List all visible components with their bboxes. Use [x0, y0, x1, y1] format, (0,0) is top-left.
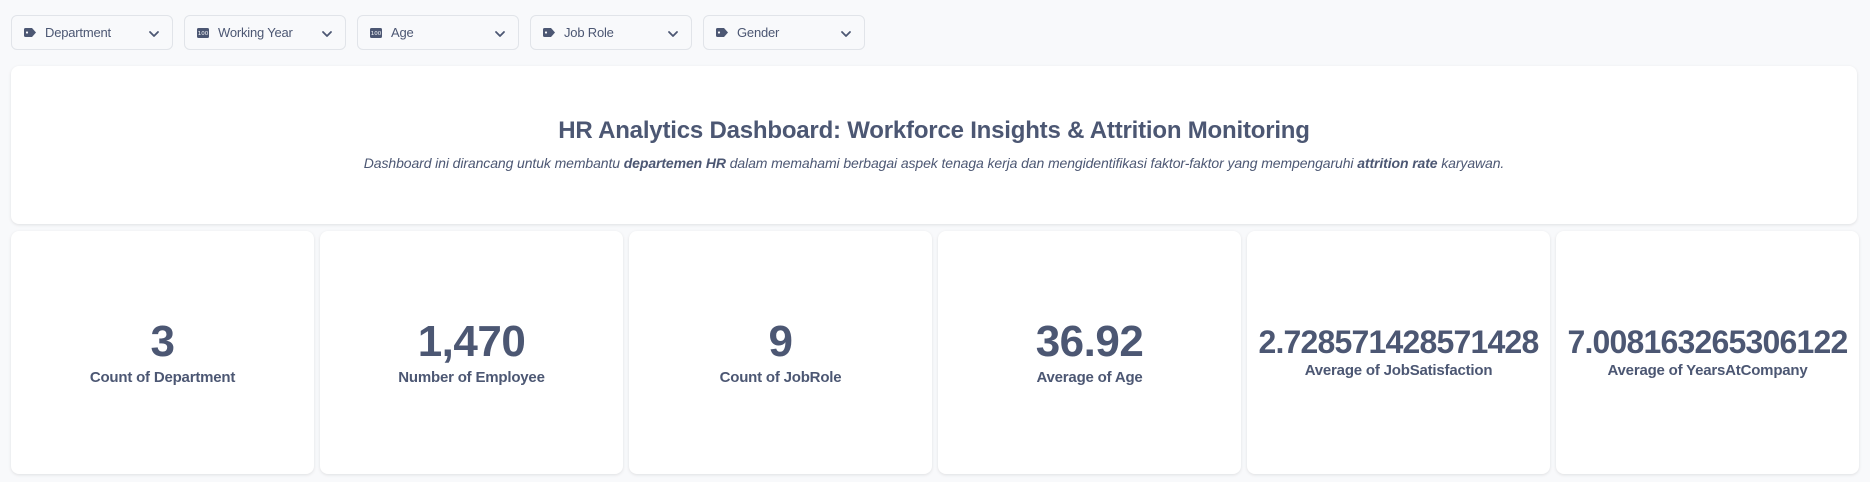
kpi-card-row: 3 Count of Department 1,470 Number of Em… — [11, 231, 1859, 474]
tag-icon — [24, 28, 36, 38]
filter-job-role[interactable]: Job Role — [530, 15, 692, 50]
kpi-label: Count of JobRole — [719, 369, 842, 387]
svg-text:100: 100 — [371, 31, 382, 37]
dashboard-title: HR Analytics Dashboard: Workforce Insigh… — [558, 117, 1310, 144]
description-text: karyawan. — [1437, 155, 1505, 171]
filter-label: Age — [391, 25, 414, 40]
kpi-value: 7.008163265306122 — [1567, 324, 1848, 361]
kpi-label: Average of YearsAtCompany — [1607, 361, 1808, 379]
kpi-value: 9 — [768, 316, 793, 366]
filter-label: Gender — [737, 25, 780, 40]
svg-text:100: 100 — [198, 31, 209, 37]
chevron-down-icon — [148, 27, 160, 39]
kpi-label: Count of Department — [89, 369, 236, 387]
kpi-card-average-jobsatisfaction[interactable]: 2.728571428571428 Average of JobSatisfac… — [1247, 231, 1550, 474]
kpi-card-average-age[interactable]: 36.92 Average of Age — [938, 231, 1241, 474]
kpi-label: Number of Employee — [398, 369, 545, 387]
kpi-card-average-yearsatcompany[interactable]: 7.008163265306122 Average of YearsAtComp… — [1556, 231, 1859, 474]
tag-icon — [716, 28, 728, 38]
chevron-down-icon — [840, 27, 852, 39]
dashboard-description: Dashboard ini dirancang untuk membantu d… — [11, 155, 1857, 171]
description-emphasis: attrition rate — [1357, 155, 1438, 171]
dashboard-header-card: HR Analytics Dashboard: Workforce Insigh… — [11, 66, 1857, 224]
filter-age[interactable]: 100 Age — [357, 15, 519, 50]
description-text: dalam memahami berbagai aspek tenaga ker… — [725, 155, 1358, 171]
kpi-value: 2.728571428571428 — [1258, 324, 1539, 361]
kpi-value: 36.92 — [1035, 316, 1144, 366]
chevron-down-icon — [667, 27, 679, 39]
filter-department[interactable]: Department — [11, 15, 173, 50]
description-text: Dashboard ini dirancang untuk membantu — [363, 155, 624, 171]
kpi-value: 3 — [150, 316, 175, 366]
kpi-label: Average of Age — [1036, 369, 1143, 387]
filter-bar: Department 100 Working Year 100 Age Job … — [11, 15, 865, 50]
number-icon: 100 — [370, 27, 382, 38]
kpi-card-count-department[interactable]: 3 Count of Department — [11, 231, 314, 474]
filter-gender[interactable]: Gender — [703, 15, 865, 50]
description-emphasis: departemen HR — [623, 155, 726, 171]
number-icon: 100 — [197, 27, 209, 38]
filter-label: Department — [45, 25, 111, 40]
tag-icon — [543, 28, 555, 38]
chevron-down-icon — [321, 27, 333, 39]
chevron-down-icon — [494, 27, 506, 39]
filter-label: Working Year — [218, 25, 293, 40]
filter-working-year[interactable]: 100 Working Year — [184, 15, 346, 50]
kpi-card-number-employee[interactable]: 1,470 Number of Employee — [320, 231, 623, 474]
kpi-card-count-jobrole[interactable]: 9 Count of JobRole — [629, 231, 932, 474]
kpi-value: 1,470 — [417, 316, 526, 366]
kpi-label: Average of JobSatisfaction — [1304, 361, 1493, 379]
filter-label: Job Role — [564, 25, 614, 40]
